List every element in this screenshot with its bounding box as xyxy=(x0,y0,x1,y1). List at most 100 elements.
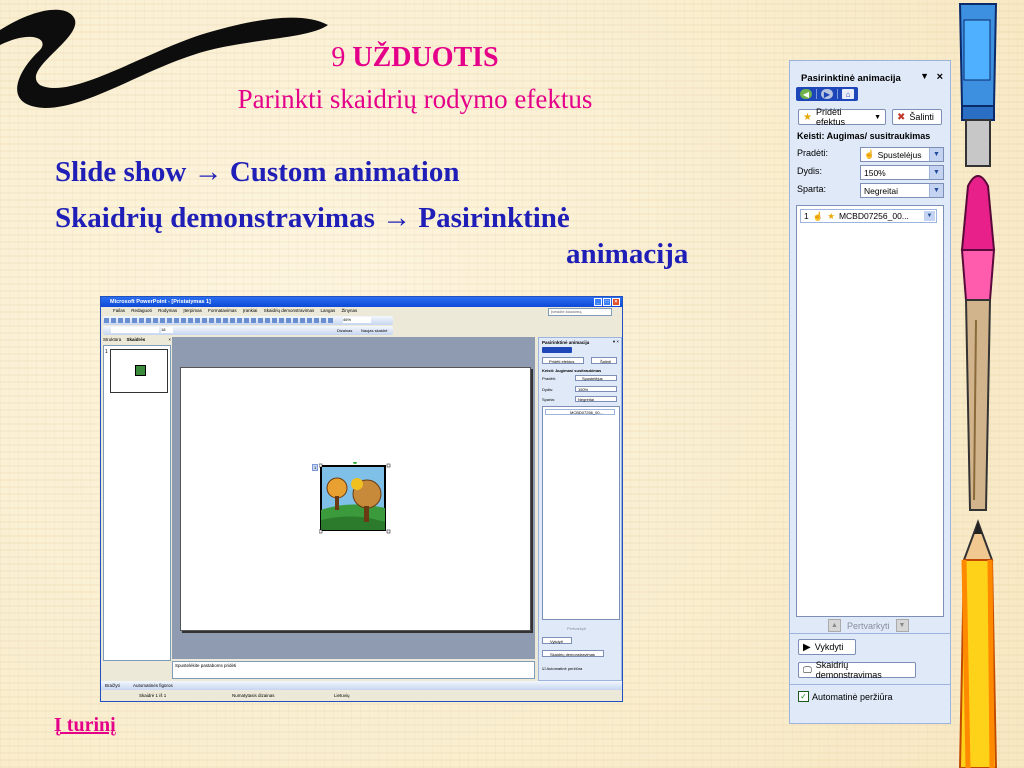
menu-file[interactable]: Failas xyxy=(113,308,125,313)
animation-tag: 1 xyxy=(312,464,319,471)
play-label: Vykdyti xyxy=(814,642,844,652)
ppt-standard-toolbar[interactable]: 46% xyxy=(103,316,393,325)
ppt-window-controls: _ □ × xyxy=(594,298,620,306)
menu-tools[interactable]: Įrankiai xyxy=(243,308,258,313)
forward-arrow-icon[interactable]: ▶ xyxy=(821,89,833,99)
animation-list-item[interactable]: 1 ☝ ★ MCBD07256_00... ▼ xyxy=(800,209,937,223)
ppt-add-effect-button[interactable]: Pridėti efektus xyxy=(542,357,584,364)
marker xyxy=(958,3,998,167)
chevron-down-icon[interactable]: ▼ xyxy=(929,148,943,161)
reorder-control: ▲ Pertvarkyti ▼ xyxy=(828,619,909,632)
ppt-pane-nav[interactable] xyxy=(542,347,572,353)
add-effect-button[interactable]: ★ Pridėti efektus ▼ xyxy=(798,107,886,127)
animation-item-name: MCBD07256_00... xyxy=(838,211,909,221)
arrow-down-icon[interactable]: ▼ xyxy=(895,619,909,632)
ppt-status-slide: Skaidrė 1 iš 1 xyxy=(139,693,167,698)
menu-path-lithuanian: Skaidrių demonstravimas → Pasirinktinė xyxy=(55,202,570,234)
close-icon[interactable]: × xyxy=(168,337,171,342)
size-label: Dydis: xyxy=(797,166,823,176)
checkbox-checked-icon[interactable]: ✓ xyxy=(798,691,809,702)
ppt-slideshow-button[interactable]: Skaidrių demonstravimas xyxy=(542,650,604,657)
ppt-format-toolbar[interactable]: 18 Dizainas Naujas skaidrė xyxy=(103,326,393,335)
menu-slideshow[interactable]: Skaidrių demonstravimas xyxy=(264,308,315,313)
pane-title: Pasirinktinė animacija xyxy=(801,73,901,84)
slide-subtitle: Parinkti skaidrių rodymo efektus xyxy=(237,84,593,114)
close-icon[interactable]: × xyxy=(612,298,620,306)
slide-title: 9 UŽDUOTIS xyxy=(0,42,830,74)
start-value: Spustelėjus xyxy=(877,149,922,160)
speed-select[interactable]: Negreitai ▼ xyxy=(860,183,944,198)
title-word: UŽDUOTIS xyxy=(352,42,499,73)
chevron-down-icon[interactable]: ▼ xyxy=(920,71,929,81)
contents-link[interactable]: Į turinį xyxy=(54,714,116,737)
divider xyxy=(790,633,950,634)
maximize-icon[interactable]: □ xyxy=(603,298,611,306)
ppt-new-slide-button[interactable]: Naujas skaidrė xyxy=(361,327,387,334)
ppt-menubar: Failas Redaguoti Rodymas Įterpimas Forma… xyxy=(101,307,622,315)
pane-navigation-bar: ◀ ▶ ⌂ xyxy=(796,87,858,101)
home-icon[interactable]: ⌂ xyxy=(842,89,854,99)
ppt-zoom[interactable]: 46% xyxy=(343,317,371,323)
size-value: 150% xyxy=(864,167,886,178)
play-icon: ▶ xyxy=(803,641,811,653)
slideshow-icon: 🖵 xyxy=(803,664,812,675)
chevron-down-icon[interactable]: ▼ xyxy=(929,184,943,197)
ppt-font-name[interactable] xyxy=(111,327,159,333)
start-select[interactable]: ☝ Spustelėjus ▼ xyxy=(860,147,944,162)
menu-help[interactable]: Žinynas xyxy=(342,308,358,313)
ppt-help-search[interactable]: Įveskite klausimą xyxy=(548,308,612,316)
eraser-icon: ✖ xyxy=(897,111,906,123)
menu-insert[interactable]: Įterpimas xyxy=(183,308,202,313)
ppt-remove-button[interactable]: Šalinti xyxy=(591,357,617,364)
ppt-autopreview[interactable]: ☑ Automatinė peržiūra xyxy=(542,666,582,671)
ppt-design-button[interactable]: Dizainas xyxy=(337,327,352,334)
ppt-titlebar: Microsoft PowerPoint - [Pristatymas 1] _… xyxy=(101,297,622,307)
ppt-modify-heading: Keisti: Augimas/ susitraukimas xyxy=(542,368,602,373)
menu-format[interactable]: Formatavimas xyxy=(208,308,237,313)
speed-label: Sparta: xyxy=(797,184,827,194)
ppt-start-combo[interactable]: Spustelėjus xyxy=(575,375,617,381)
divider xyxy=(790,684,950,685)
start-label: Pradėti: xyxy=(797,148,829,158)
ppt-font-size[interactable]: 18 xyxy=(161,327,173,333)
close-icon[interactable]: ▾ × xyxy=(613,339,619,345)
minimize-icon[interactable]: _ xyxy=(594,298,602,306)
remove-button[interactable]: ✖ Šalinti xyxy=(892,109,942,125)
tab-slides[interactable]: Skaidrės xyxy=(127,337,146,342)
animation-order-number: 1 xyxy=(804,211,809,221)
ppt-drawing-toolbar[interactable]: Braižyti Automatinės figūros xyxy=(101,681,622,690)
clipart-trees-image[interactable] xyxy=(319,462,391,534)
ppt-draw-menu[interactable]: Braižyti xyxy=(105,683,120,688)
ppt-size-combo[interactable]: 150% xyxy=(575,386,617,392)
size-select[interactable]: 150% ▼ xyxy=(860,165,944,180)
pane-titlebar: Pasirinktinė animacija ▼ × xyxy=(795,68,947,86)
slide-thumbnail[interactable] xyxy=(110,349,168,393)
ppt-slide-canvas[interactable]: 1 xyxy=(180,367,531,631)
chevron-down-icon[interactable]: ▼ xyxy=(924,211,935,221)
ppt-autoshapes-menu[interactable]: Automatinės figūros xyxy=(133,683,173,688)
ppt-speed-combo[interactable]: Negreitai xyxy=(575,396,617,402)
menu-window[interactable]: Langas xyxy=(321,308,336,313)
ppt-status-language: Lietuvių xyxy=(334,693,350,698)
nav-separator xyxy=(837,89,838,99)
menu-edit[interactable]: Redaguoti xyxy=(131,308,152,313)
ppt-notes-area[interactable]: Spustelėkite pastaboms pridėti xyxy=(172,661,535,679)
ppt-play-button[interactable]: Vykdyti xyxy=(542,637,572,644)
close-icon[interactable]: × xyxy=(937,71,943,83)
play-button[interactable]: ▶ Vykdyti xyxy=(798,639,856,655)
ppt-custom-animation-pane: Pasirinktinė animacija ▾ × Pridėti efekt… xyxy=(538,337,622,681)
ppt-slide-thumbnails: 1 xyxy=(103,345,171,661)
ppt-size-label: Dydis: xyxy=(542,387,554,392)
chevron-down-icon[interactable]: ▼ xyxy=(929,166,943,179)
autopreview-checkbox[interactable]: ✓ Automatinė peržiūra xyxy=(798,691,893,702)
reorder-label: Pertvarkyti xyxy=(847,620,890,631)
back-arrow-icon[interactable]: ◀ xyxy=(800,89,812,99)
tab-outline[interactable]: Struktūra xyxy=(103,337,121,342)
menu-view[interactable]: Rodymas xyxy=(158,308,177,313)
ppt-animation-item[interactable]: MCBD07256_00... xyxy=(545,409,615,415)
ppt-start-label: Pradėti: xyxy=(542,376,556,381)
ppt-status-design: Numatytasis dizainas xyxy=(232,693,275,698)
slideshow-button[interactable]: 🖵 Skaidrių demonstravimas xyxy=(798,660,916,680)
arrow-up-icon[interactable]: ▲ xyxy=(828,619,841,632)
ppt-reorder[interactable]: Pertvarkyti xyxy=(567,626,586,631)
